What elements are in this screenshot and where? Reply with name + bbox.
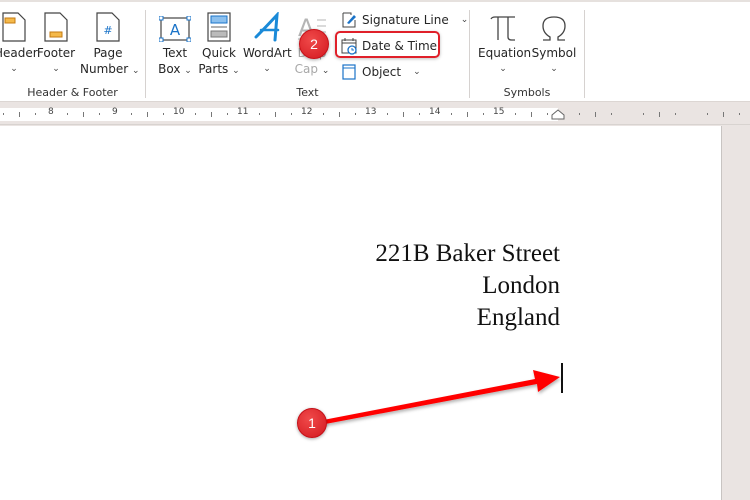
annotation-arrow — [318, 370, 560, 425]
arrow-shape — [318, 370, 560, 425]
step-1-badge: 1 — [297, 408, 327, 438]
